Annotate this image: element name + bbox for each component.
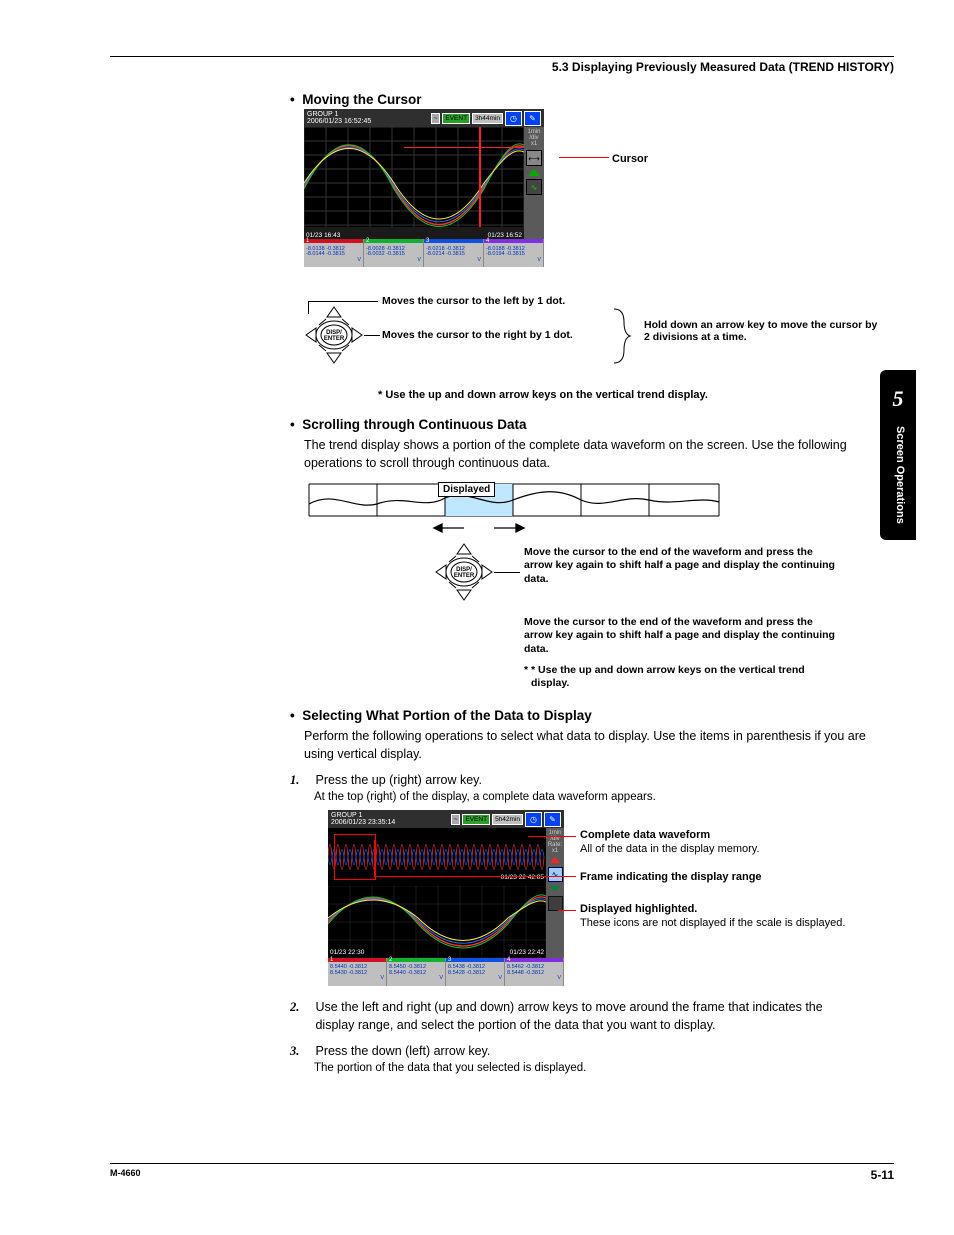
scale-label: 1min/div <box>524 127 544 141</box>
fig-moving-cursor: GROUP 1 2006/01/23 16:52:45 ~ EVENT 3h44… <box>304 109 564 299</box>
value-footer-2: 18.5440 -0.38128.5430 -0.3812V 28.5450 -… <box>328 958 564 986</box>
dpad-hold-text: Hold down an arrow key to move the curso… <box>644 319 884 343</box>
footer-left: M-4660 <box>110 1168 141 1178</box>
lead-c3 <box>558 910 576 911</box>
shot-group: GROUP 1 <box>307 111 338 118</box>
step-2: 2. Use the left and right (up and down) … <box>290 998 870 1034</box>
memo-icon: ✎ <box>524 111 541 126</box>
step3-text: Press the down (left) arrow key. <box>315 1044 490 1058</box>
chapter-label: Screen Operations <box>890 426 906 536</box>
lead-c2b <box>374 840 375 876</box>
step-3: 3. Press the down (left) arrow key. The … <box>290 1042 870 1077</box>
shot-header: GROUP 1 2006/01/23 16:52:45 ~ EVENT 3h44… <box>304 109 544 127</box>
dpad-row: DISP/ ENTER Moves the cursor to the left… <box>304 305 870 383</box>
lead-c1 <box>528 836 576 837</box>
chapter-number: 5 <box>880 386 916 412</box>
event-badge: EVENT <box>442 113 470 124</box>
brace-icon <box>612 307 632 365</box>
rate-label: Rate:x1 <box>546 842 564 854</box>
content-area: • Moving the Cursor GROUP 1 2006/01/23 1… <box>290 86 870 1077</box>
s2-text-a: Move the cursor to the end of the wavefo… <box>524 546 844 585</box>
trend-sidebar: 1min/div x1 ⟷ ∿ <box>524 127 544 239</box>
event-badge: EVENT <box>462 814 490 825</box>
hilite-icon: ∿ <box>548 867 563 882</box>
step-1: 1. Press the up (right) arrow key. At th… <box>290 771 870 806</box>
dpad2-lead-right <box>494 572 520 573</box>
dpad-label-bot: ENTER <box>324 336 345 342</box>
shot2-time: 2006/01/23 23:35:14 <box>331 819 395 826</box>
step2-text: Use the left and right (up and down) arr… <box>315 998 835 1034</box>
trend-chart-area <box>304 127 524 239</box>
s2-text-c: * * Use the up and down arrow keys on th… <box>524 664 854 690</box>
cursor-callout: Cursor <box>612 153 648 165</box>
s2-title: • Scrolling through Continuous Data <box>290 417 870 432</box>
range-badge: 3h44min <box>472 113 503 124</box>
zoom-time-right: 01/23 22:42 <box>510 949 544 956</box>
zoom-time-left: 01/23 22:30 <box>330 949 364 956</box>
memo-icon: ✎ <box>544 812 561 827</box>
shot2-group: GROUP 1 <box>331 812 362 819</box>
trend-sidebar-2: 1min/div Rate:x1 ∿ <box>546 828 564 958</box>
step2-num: 2. <box>290 998 312 1016</box>
step1-sub: At the top (right) of the display, a com… <box>314 789 870 806</box>
callout-2: Frame indicating the display range <box>580 870 840 884</box>
cursor-callout-lead <box>559 157 609 158</box>
scroll-figure: Displayed <box>304 480 724 538</box>
s2-body: The trend display shows a portion of the… <box>304 436 870 472</box>
s2-text-b: Move the cursor to the end of the wavefo… <box>524 616 844 655</box>
value-footer: 1-8.0138 -0.3812-8.0144 -0.3815V 2-8.002… <box>304 239 544 267</box>
chapter-tab: 5 Screen Operations <box>880 370 916 540</box>
shot-event-icons: ~ EVENT 3h44min ◷ ✎ <box>431 111 541 126</box>
top-rule <box>110 56 894 57</box>
range-frame <box>334 834 376 880</box>
cursor-line <box>404 147 544 148</box>
dpad2-row: DISP/ ENTER Move the cursor to the end o… <box>434 542 870 614</box>
range-badge: 5h42min <box>492 814 523 825</box>
down-tri-green-icon <box>550 886 560 892</box>
clock-hist-icon: ◷ <box>505 111 522 126</box>
shot2-event-icons: ~ EVENT 5h42min ◷ ✎ <box>451 812 561 827</box>
lead-c2a <box>374 876 576 877</box>
step3-sub: The portion of the data that you selecte… <box>314 1060 870 1077</box>
footer: M-4660 5-11 <box>110 1163 894 1179</box>
dpad-right-text: Moves the cursor to the right by 1 dot. <box>382 329 573 341</box>
zoom-strip <box>328 886 546 958</box>
lead-right <box>364 335 380 336</box>
icon-axis: ⟷ <box>526 150 542 166</box>
s3-body: Perform the following operations to sele… <box>304 727 870 763</box>
dpad-left-text: Moves the cursor to the left by 1 dot. <box>382 295 565 307</box>
step1-text: Press the up (right) arrow key. <box>315 773 482 787</box>
s1-note: * Use the up and down arrow keys on the … <box>378 389 870 401</box>
trend-screenshot: GROUP 1 2006/01/23 16:52:45 ~ EVENT 3h44… <box>304 109 544 267</box>
lead-left-h <box>308 301 378 302</box>
time-right: 01/23 16:52 <box>488 232 522 239</box>
wave-icon: ~ <box>431 113 441 124</box>
shot2-header: GROUP 1 2006/01/23 23:35:14 ~ EVENT 5h42… <box>328 810 564 828</box>
displayed-label: Displayed <box>438 482 495 497</box>
fig-select-portion: GROUP 1 2006/01/23 23:35:14 ~ EVENT 5h42… <box>328 810 588 990</box>
callout-1: Complete data waveform All of the data i… <box>580 828 840 857</box>
lead-left-v <box>308 301 309 314</box>
icon-wave: ∿ <box>526 179 542 195</box>
up-tri-icon <box>528 169 540 176</box>
scale-label-2: 1min/div <box>546 828 564 842</box>
wave-dark-icon <box>548 896 563 911</box>
dpad-icon-2: DISP/ ENTER <box>434 542 494 602</box>
step1-num: 1. <box>290 771 312 789</box>
s3-title: • Selecting What Portion of the Data to … <box>290 708 870 723</box>
dpad-icon: DISP/ ENTER <box>304 305 364 365</box>
time-axis: 01/23 16:43 01/23 16:52 <box>304 227 524 239</box>
s1-title: • Moving the Cursor <box>290 92 870 107</box>
step3-num: 3. <box>290 1042 312 1060</box>
svg-text:ENTER: ENTER <box>454 573 475 579</box>
x-label: x1 <box>524 141 544 147</box>
up-tri-red-icon <box>550 857 560 863</box>
shot-time: 2006/01/23 16:52:45 <box>307 118 371 125</box>
clock-hist-icon: ◷ <box>525 812 542 827</box>
footer-right: 5-11 <box>871 1168 894 1182</box>
callout-3: Displayed highlighted. These icons are n… <box>580 902 850 931</box>
section-header: 5.3 Displaying Previously Measured Data … <box>552 60 894 74</box>
time-left: 01/23 16:43 <box>306 232 340 239</box>
wave-icon: ~ <box>451 814 461 825</box>
